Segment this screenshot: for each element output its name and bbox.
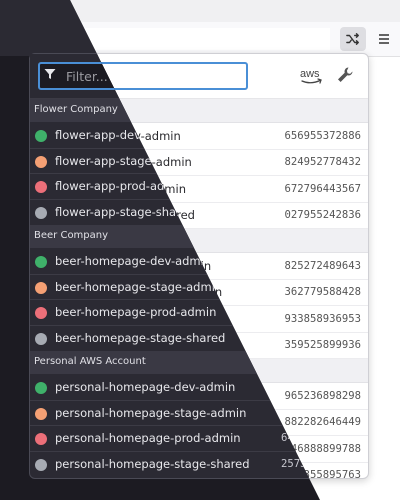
account-name: personal-homepage-stage-admin	[55, 415, 247, 430]
color-dot-icon	[35, 416, 47, 429]
menu-button[interactable]	[374, 27, 394, 51]
account-name: beer-homepage-stage-admin	[55, 285, 223, 300]
account-row[interactable]: personal-homepage-stage-admin 88228264644…	[30, 410, 368, 436]
browser-tab-strip	[0, 0, 400, 22]
account-row[interactable]: beer-homepage-dev-admin 825272489643	[30, 253, 368, 280]
aws-console-icon[interactable]: aws	[299, 65, 325, 87]
account-name: personal-homepage-dev-admin	[55, 388, 236, 403]
account-name: personal-homepage-stage-shared	[55, 468, 250, 479]
account-row[interactable]: beer-homepage-stage-shared 359525899936	[30, 333, 368, 359]
color-dot-icon	[35, 312, 47, 325]
wrench-icon[interactable]	[336, 66, 354, 84]
account-id: 646888899788	[284, 442, 361, 455]
account-id: 965236898298	[284, 389, 361, 402]
account-id: 257355895763	[284, 469, 361, 479]
hamburger-menu-icon	[379, 34, 389, 44]
color-dot-icon	[35, 156, 47, 169]
account-groups: Flower Company flower-app-dev-admin 656955…	[30, 99, 368, 479]
account-row[interactable]: flower-app-dev-admin 656955372886	[30, 123, 368, 150]
color-dot-icon	[35, 339, 47, 352]
svg-text:aws: aws	[300, 68, 320, 80]
account-row[interactable]: personal-homepage-stage-shared 2573558957…	[30, 463, 368, 479]
account-row[interactable]: personal-homepage-prod-admin 646888899788	[30, 436, 368, 463]
browser-toolbar	[0, 22, 400, 57]
account-id: 882282646449	[284, 416, 361, 429]
account-id: 359525899936	[284, 339, 361, 352]
shuffle-icon	[346, 33, 359, 45]
popup-header: aws	[30, 54, 368, 99]
color-dot-icon	[35, 286, 47, 299]
color-dot-icon	[35, 182, 47, 195]
group-header: Beer Company	[30, 229, 368, 253]
account-row[interactable]: personal-homepage-dev-admin 965236898298	[30, 383, 368, 410]
account-id: 672796443567	[284, 182, 361, 195]
account-id: 027955242836	[284, 209, 361, 222]
account-row[interactable]: flower-app-prod-admin 672796443567	[30, 176, 368, 203]
account-id: 362779588428	[284, 286, 361, 299]
account-id: 933858936953	[284, 312, 361, 325]
account-name: beer-homepage-prod-admin	[55, 311, 217, 326]
extension-button[interactable]	[340, 27, 366, 51]
color-dot-icon	[35, 259, 47, 272]
account-name: flower-app-dev-admin	[55, 128, 181, 143]
account-name: beer-homepage-dev-admin	[55, 258, 212, 273]
account-id: 824952778432	[284, 156, 361, 169]
group-header: Personal AWS Account	[30, 359, 368, 383]
funnel-icon	[40, 70, 62, 82]
account-id: 656955372886	[284, 129, 361, 142]
account-row[interactable]: flower-app-stage-admin 824952778432	[30, 150, 368, 176]
account-row[interactable]: beer-homepage-stage-admin 362779588428	[30, 280, 368, 306]
group-header: Flower Company	[30, 99, 368, 123]
color-dot-icon	[35, 129, 47, 142]
account-row[interactable]: flower-app-stage-shared 027955242836	[30, 203, 368, 229]
url-bar[interactable]	[0, 28, 330, 50]
color-dot-icon	[35, 442, 47, 455]
color-dot-icon	[35, 469, 47, 478]
account-name: flower-app-prod-admin	[55, 181, 186, 196]
account-name: flower-app-stage-shared	[55, 208, 195, 223]
account-name: personal-homepage-prod-admin	[55, 441, 241, 456]
account-name: flower-app-stage-admin	[55, 155, 192, 170]
color-dot-icon	[35, 389, 47, 402]
account-id: 825272489643	[284, 259, 361, 272]
color-dot-icon	[35, 209, 47, 222]
account-switcher-popup: aws Flower Company flower-app-dev-admin 65…	[29, 53, 369, 479]
filter-input[interactable]	[62, 66, 238, 86]
filter-field[interactable]	[38, 62, 248, 90]
account-row[interactable]: beer-homepage-prod-admin 933858936953	[30, 306, 368, 333]
account-name: beer-homepage-stage-shared	[55, 338, 226, 353]
